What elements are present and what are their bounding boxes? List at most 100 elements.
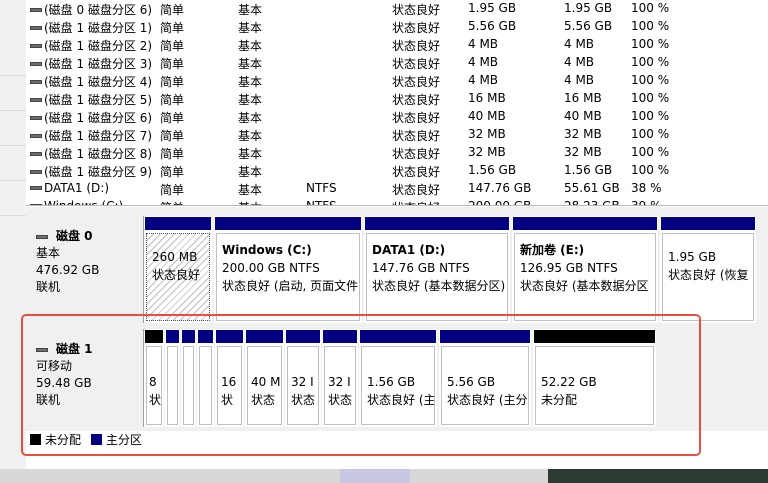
disk-0-partition-recovery[interactable]: 1.95 GB 状态良好 (恢复 <box>660 216 756 323</box>
disk-title: 磁盘 1 <box>56 342 93 356</box>
partition-status: 状态 <box>328 393 353 407</box>
partition-size: 260 MB <box>152 250 198 264</box>
volume-free-percent: 100 % <box>631 55 670 69</box>
volume-layout: 简单 <box>160 129 185 143</box>
partition-status: 状态良好 (启动, 页面文件 <box>222 279 359 293</box>
disk-0-partition-efi[interactable]: 260 MB 状态良好 <box>144 216 212 323</box>
volume-free-space: 40 MB <box>564 109 602 123</box>
disk-1-info[interactable]: 磁盘 1 可移动 59.48 GB 联机 <box>30 329 144 427</box>
partition-status: 状态良好 (基本数据分区) <box>372 279 506 293</box>
volume-free-percent: 100 % <box>631 163 670 177</box>
volume-name: DATA1 (D:) <box>30 181 109 195</box>
partition-size: 32 I <box>291 375 314 389</box>
partition-size: 1.95 GB <box>668 250 717 264</box>
partition-status: 状态良好 (主分 <box>447 393 528 407</box>
volume-icon <box>30 151 42 156</box>
volume-status: 状态良好 <box>392 39 441 53</box>
table-row[interactable]: (磁盘 1 磁盘分区 9) 简单 基本 状态良好 1.56 GB 1.56 GB 100 % <box>26 161 768 179</box>
disk-1-partition-7[interactable]: 32 I 状态 <box>322 329 358 427</box>
partition-size: 8 <box>149 375 157 389</box>
disk-0-partition-d[interactable]: DATA1 (D:) 147.76 GB NTFS 状态良好 (基本数据分区) <box>364 216 510 323</box>
volume-layout: 简单 <box>160 165 185 179</box>
volume-name: (磁盘 1 磁盘分区 6) <box>30 109 152 126</box>
disk-0-info[interactable]: 磁盘 0 基本 476.92 GB 联机 <box>30 216 144 323</box>
volume-free-percent: 100 % <box>631 91 670 105</box>
volume-name: (磁盘 1 磁盘分区 9) <box>30 163 152 180</box>
disk-1-partition-6[interactable]: 32 I 状态 <box>285 329 321 427</box>
volume-name: (磁盘 1 磁盘分区 8) <box>30 145 152 162</box>
graphical-disk-view: 磁盘 0 基本 476.92 GB 联机 260 MB 状态良好 Windows… <box>26 207 768 469</box>
volume-capacity: 4 MB <box>468 73 499 87</box>
disk-size: 476.92 GB <box>36 263 100 277</box>
volume-type: 基本 <box>238 199 262 205</box>
disk-1-partition-unallocated-small[interactable]: 8 状 <box>144 329 164 427</box>
background-taskbar-area <box>0 469 768 483</box>
volume-capacity: 200.00 GB <box>468 199 532 206</box>
volume-layout: 简单 <box>160 21 185 35</box>
volume-status: 状态良好 <box>392 199 440 205</box>
table-row[interactable]: (磁盘 1 磁盘分区 1) 简单 基本 状态良好 5.56 GB 5.56 GB 100 % <box>26 17 768 35</box>
disk-0-row[interactable]: 磁盘 0 基本 476.92 GB 联机 260 MB 状态良好 Windows… <box>26 216 768 323</box>
table-row[interactable]: (磁盘 0 磁盘分区 6) 简单 基本 状态良好 1.95 GB 1.95 GB 100 % <box>26 0 768 17</box>
table-row[interactable]: DATA1 (D:) 简单 基本 NTFS 状态良好 147.76 GB 55.61 GB 3… <box>26 179 768 197</box>
disk-title: 磁盘 0 <box>56 229 93 243</box>
table-row[interactable]: (磁盘 1 磁盘分区 6) 简单 基本 状态良好 40 MB 40 MB 100 % <box>26 107 768 125</box>
volume-layout: 简单 <box>160 199 184 205</box>
partition-name: DATA1 (D:) <box>372 243 446 257</box>
partition-status: 状态 <box>251 393 276 407</box>
volume-free-space: 32 MB <box>564 127 602 141</box>
partition-size: 200.00 GB NTFS <box>222 261 320 275</box>
partition-name: 新加卷 (E:) <box>520 243 585 257</box>
volume-free-percent: 100 % <box>631 73 670 87</box>
volume-status: 状态良好 <box>392 147 441 161</box>
legend: 未分配 主分区 <box>30 431 148 447</box>
volume-name: (磁盘 1 磁盘分区 3) <box>30 55 152 72</box>
volume-type: 基本 <box>238 111 263 125</box>
volume-type: 基本 <box>238 3 263 17</box>
volume-name: (磁盘 1 磁盘分区 1) <box>30 19 152 36</box>
partition-status: 状态 <box>291 393 316 407</box>
disk-1-partition-3[interactable] <box>197 329 214 427</box>
volume-name: (磁盘 1 磁盘分区 5) <box>30 91 152 108</box>
disk-1-partitions: 8 状 16 状 40 M 状态 32 I 状态 32 I 状态 1.56 GB… <box>144 329 768 427</box>
disk-0-partition-c[interactable]: Windows (C:) 200.00 GB NTFS 状态良好 (启动, 页面… <box>214 216 362 323</box>
volume-name-text: (磁盘 1 磁盘分区 7) <box>44 129 153 143</box>
volume-name-text: Windows (C:) <box>44 199 124 206</box>
disk-1-partition-1[interactable] <box>165 329 180 427</box>
volume-capacity: 32 MB <box>468 127 506 141</box>
volume-free-space: 1.56 GB <box>564 163 613 177</box>
partition-status: 状态良好 (恢复 <box>668 268 749 282</box>
partition-status: 状 <box>221 393 234 407</box>
disk-0-partition-e[interactable]: 新加卷 (E:) 126.95 GB NTFS 状态良好 (基本数据分区 <box>512 216 658 323</box>
table-row[interactable]: (磁盘 1 磁盘分区 2) 简单 基本 状态良好 4 MB 4 MB 100 % <box>26 35 768 53</box>
disk-1-partition-8[interactable]: 1.56 GB 状态良好 (主 <box>359 329 437 427</box>
table-row[interactable]: (磁盘 1 磁盘分区 3) 简单 基本 状态良好 4 MB 4 MB 100 % <box>26 53 768 71</box>
partition-size: 1.56 GB <box>367 375 416 389</box>
volume-name: Windows (C:) <box>30 199 124 206</box>
disk-1-partition-4[interactable]: 16 状 <box>215 329 244 427</box>
disk-1-partition-5[interactable]: 40 M 状态 <box>245 329 284 427</box>
disk-1-partition-9[interactable]: 5.56 GB 状态良好 (主分 <box>439 329 531 427</box>
volume-capacity: 1.56 GB <box>468 163 517 177</box>
table-row[interactable]: (磁盘 1 磁盘分区 4) 简单 基本 状态良好 4 MB 4 MB 100 % <box>26 71 768 89</box>
disk-management-window: (磁盘 0 磁盘分区 6) 简单 基本 状态良好 1.95 GB 1.95 GB 100 %… <box>26 0 768 469</box>
disk-type: 基本 <box>36 246 61 260</box>
table-row[interactable]: (磁盘 1 磁盘分区 5) 简单 基本 状态良好 16 MB 16 MB 100 % <box>26 89 768 107</box>
disk-1-partition-2[interactable] <box>181 329 196 427</box>
table-row[interactable]: (磁盘 1 磁盘分区 8) 简单 基本 状态良好 32 MB 32 MB 100 % <box>26 143 768 161</box>
disk-1-partition-unallocated[interactable]: 52.22 GB 未分配 <box>533 329 656 427</box>
disk-1-row[interactable]: 磁盘 1 可移动 59.48 GB 联机 8 状 16 状 40 M 状态 32… <box>26 329 768 427</box>
partition-size: 40 M <box>251 375 281 389</box>
volume-capacity: 16 MB <box>468 91 506 105</box>
table-row[interactable]: (磁盘 1 磁盘分区 7) 简单 基本 状态良好 32 MB 32 MB 100 % <box>26 125 768 143</box>
volume-name-text: (磁盘 1 磁盘分区 9) <box>44 165 153 179</box>
volume-free-percent: 100 % <box>631 37 670 51</box>
volume-free-space: 55.61 GB <box>564 181 620 195</box>
table-row[interactable]: Windows (C:) 简单 基本 NTFS 状态良好 200.00 GB 28.23 G… <box>26 197 768 206</box>
volume-list: (磁盘 0 磁盘分区 6) 简单 基本 状态良好 1.95 GB 1.95 GB 100 %… <box>26 0 768 206</box>
volume-free-space: 28.23 GB <box>564 199 620 206</box>
partition-status: 未分配 <box>541 393 578 407</box>
volume-type: 基本 <box>238 183 263 197</box>
volume-icon <box>30 185 42 190</box>
volume-name-text: (磁盘 1 磁盘分区 6) <box>44 111 153 125</box>
